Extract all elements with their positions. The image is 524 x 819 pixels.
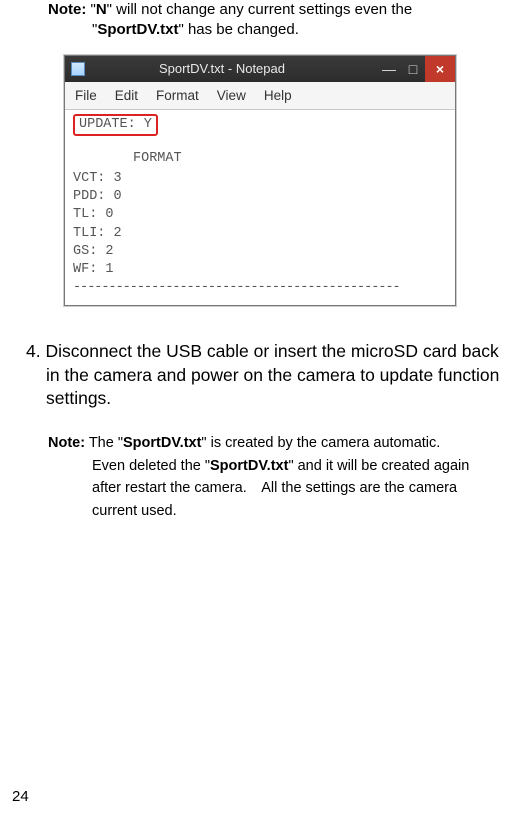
cfg-gs: GS: 2 [73,243,447,261]
note2-p1a: The " [85,435,123,451]
cfg-divider: ----------------------------------------… [73,279,447,297]
note2-file1: SportDV.txt [123,435,201,451]
update-line: UPDATE: Y [73,114,158,136]
note2-p2a: Even deleted the " [92,458,210,474]
step-4: 4. Disconnect the USB cable or insert th… [26,340,512,410]
note2-p2b: " and it will be created again [288,458,469,474]
note2-p4: current used. [92,500,508,522]
notepad-window: SportDV.txt - Notepad — □ × File Edit Fo… [64,55,456,307]
page-number: 24 [12,788,29,805]
note1-file: SportDV.txt [97,21,178,38]
titlebar: SportDV.txt - Notepad — □ × [65,56,455,82]
note1-tail: " has be changed. [178,21,298,38]
note-2: Note: The "SportDV.txt" is created by th… [48,432,508,522]
cfg-vct: VCT: 3 [73,170,447,188]
note2-p1b: " is created by the camera automatic. [201,435,440,451]
cfg-tl: TL: 0 [73,206,447,224]
menu-file[interactable]: File [75,88,97,103]
menu-view[interactable]: View [217,88,246,103]
menu-edit[interactable]: Edit [115,88,138,103]
menu-format[interactable]: Format [156,88,199,103]
format-line: FORMAT [133,150,447,168]
note2-file2: SportDV.txt [210,458,288,474]
note-1: Note: "N" will not change any current se… [48,0,516,41]
note1-n: N [96,1,107,18]
minimize-button[interactable]: — [377,56,401,82]
note2-p3: after restart the camera. All the settin… [92,477,508,499]
menu-help[interactable]: Help [264,88,292,103]
note1-label: Note: [48,1,86,18]
cfg-tli: TLI: 2 [73,225,447,243]
step4-text: 4. Disconnect the USB cable or insert th… [46,340,512,410]
window-title: SportDV.txt - Notepad [65,61,379,76]
note1-mid: " will not change any current settings e… [107,1,413,18]
note2-label: Note: [48,435,85,451]
cfg-pdd: PDD: 0 [73,188,447,206]
cfg-wf: WF: 1 [73,261,447,279]
menubar: File Edit Format View Help [65,82,455,110]
close-button[interactable]: × [425,56,455,82]
maximize-button[interactable]: □ [401,56,425,82]
file-content[interactable]: UPDATE: Y FORMAT VCT: 3 PDD: 0 TL: 0 TLI… [65,110,455,306]
